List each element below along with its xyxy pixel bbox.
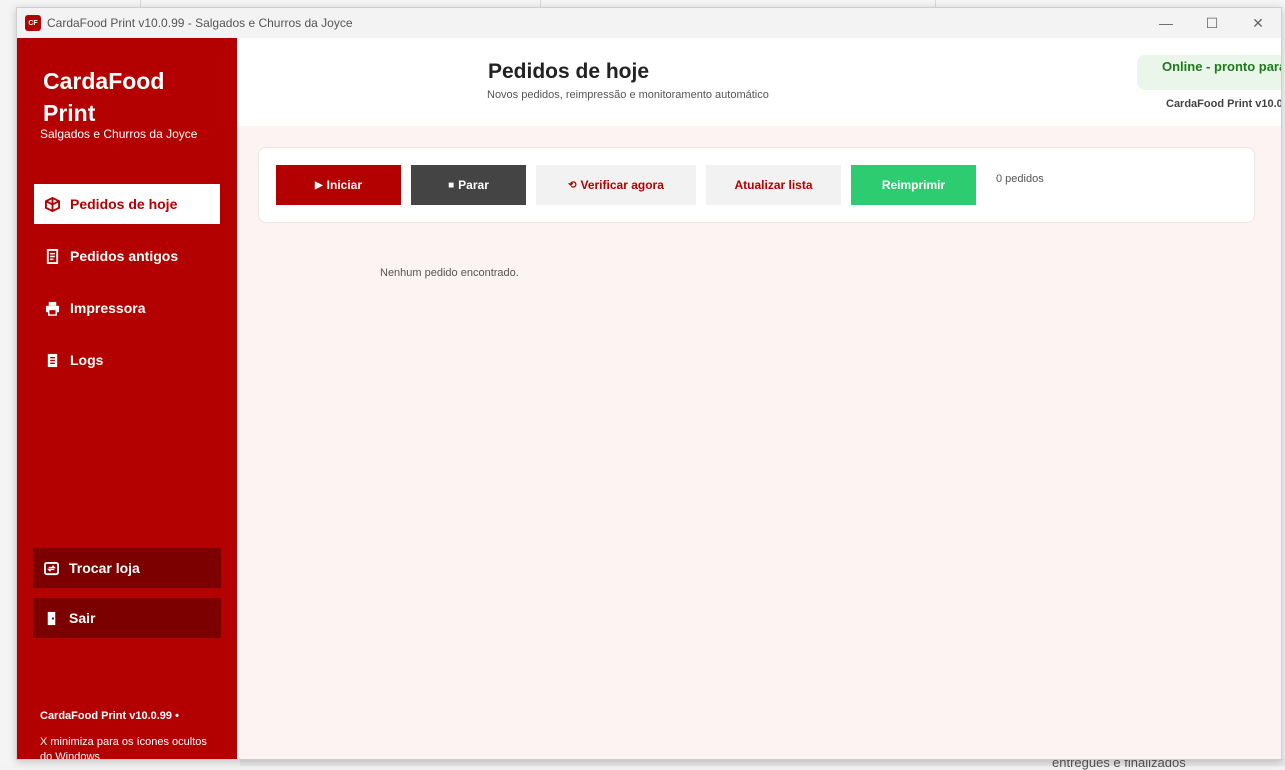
app-window: CF CardaFood Print v10.0.99 - Salgados e… bbox=[16, 7, 1282, 760]
sidebar-footer-version: CardaFood Print v10.0.99 • bbox=[40, 710, 179, 722]
order-count: 0 pedidos bbox=[996, 173, 1044, 185]
logout-label: Sair bbox=[69, 610, 96, 626]
sidebar: CardaFood Print Salgados e Churros da Jo… bbox=[17, 38, 237, 759]
sidebar-item-pedidos-antigos[interactable]: Pedidos antigos bbox=[34, 236, 220, 276]
app-logo-icon: CF bbox=[25, 15, 41, 31]
check-now-button[interactable]: ⟲ Verificar agora bbox=[536, 165, 696, 205]
check-now-label: Verificar agora bbox=[580, 178, 664, 192]
switch-store-icon bbox=[42, 559, 60, 577]
sidebar-item-impressora[interactable]: Impressora bbox=[34, 288, 220, 328]
play-icon: ▶ bbox=[314, 179, 323, 191]
logout-icon bbox=[42, 609, 60, 627]
main-content: Pedidos de hoje Novos pedidos, reimpress… bbox=[237, 38, 1281, 759]
page-title: Pedidos de hoje bbox=[488, 60, 650, 83]
sidebar-item-label: Impressora bbox=[70, 300, 146, 316]
empty-orders-message: Nenhum pedido encontrado. bbox=[380, 267, 519, 279]
sidebar-item-logs[interactable]: Logs bbox=[34, 340, 220, 380]
sidebar-item-label: Pedidos antigos bbox=[70, 248, 179, 264]
page-header: Pedidos de hoje Novos pedidos, reimpress… bbox=[237, 38, 1281, 126]
header-version: CardaFood Print v10.0.99 bbox=[1166, 98, 1281, 110]
switch-store-button[interactable]: Trocar loja bbox=[33, 548, 221, 588]
sidebar-item-pedidos-de-hoje[interactable]: Pedidos de hoje bbox=[34, 184, 220, 224]
page-subtitle: Novos pedidos, reimpressão e monitoramen… bbox=[487, 89, 769, 101]
brand-title: CardaFood Print bbox=[43, 68, 165, 126]
start-label: Iniciar bbox=[326, 178, 363, 192]
reprint-button[interactable]: Reimprimir bbox=[851, 165, 976, 205]
maximize-button[interactable]: ☐ bbox=[1189, 8, 1235, 38]
sidebar-footer-hint: X minimiza para os ícones ocultos do Win… bbox=[40, 736, 207, 760]
log-icon bbox=[43, 351, 61, 369]
sidebar-item-label: Logs bbox=[70, 352, 104, 368]
switch-store-label: Trocar loja bbox=[69, 560, 140, 576]
box-icon bbox=[43, 195, 61, 213]
close-button[interactable]: ✕ bbox=[1235, 8, 1281, 38]
logout-button[interactable]: Sair bbox=[33, 598, 221, 638]
start-button[interactable]: ▶ Iniciar bbox=[276, 165, 401, 205]
sidebar-item-label: Pedidos de hoje bbox=[70, 196, 178, 212]
title-bar[interactable]: CF CardaFood Print v10.0.99 - Salgados e… bbox=[17, 8, 1281, 38]
stop-label: Parar bbox=[458, 178, 489, 192]
stop-button[interactable]: ■ Parar bbox=[411, 165, 526, 205]
toolbar: ▶ Iniciar ■ Parar ⟲ Verificar agora Atua… bbox=[258, 147, 1255, 223]
store-name: Salgados e Churros da Joyce bbox=[40, 127, 198, 141]
refresh-list-button[interactable]: Atualizar lista bbox=[706, 165, 841, 205]
refresh-check-icon: ⟲ bbox=[568, 179, 577, 191]
minimize-button[interactable]: — bbox=[1143, 8, 1189, 38]
stop-icon: ■ bbox=[448, 179, 455, 191]
receipt-icon bbox=[43, 247, 61, 265]
printer-icon bbox=[43, 299, 61, 317]
window-title: CardaFood Print v10.0.99 - Salgados e Ch… bbox=[47, 16, 353, 30]
status-badge: Online - pronto para imprimir bbox=[1137, 55, 1281, 90]
